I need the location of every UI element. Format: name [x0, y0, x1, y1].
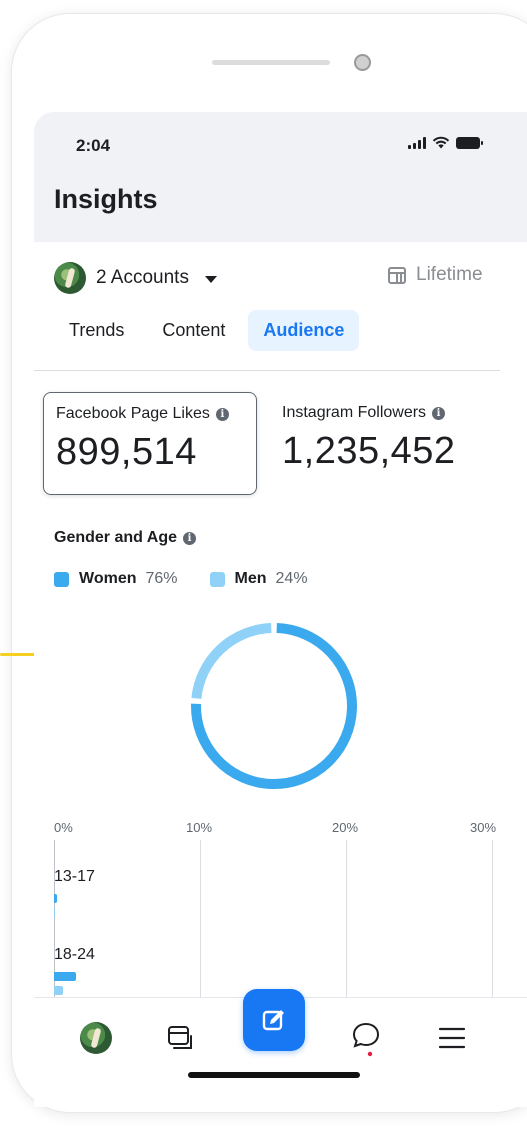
- age-label-18-24: 18-24: [54, 946, 95, 963]
- donut-slice-men: [191, 623, 272, 699]
- tab-trends[interactable]: Trends: [54, 310, 139, 351]
- account-selector[interactable]: 2 Accounts: [54, 262, 217, 294]
- menu-icon: [438, 1027, 466, 1049]
- legend-name-men: Men: [234, 570, 267, 587]
- age-label-13-17: 13-17: [54, 868, 95, 885]
- chevron-down-icon: [204, 275, 217, 283]
- home-indicator: [188, 1072, 360, 1078]
- account-avatar: [54, 262, 86, 294]
- status-bar: 2:04: [34, 112, 527, 182]
- axis-tick-label: 10%: [186, 820, 213, 835]
- facebook-likes-label: Facebook Page Likes: [56, 405, 210, 422]
- tab-audience[interactable]: Audience: [248, 310, 360, 351]
- gender-legend: Women 76% Men 24%: [54, 570, 340, 588]
- info-icon[interactable]: i: [215, 407, 229, 421]
- date-range-label: Lifetime: [416, 264, 483, 285]
- legend-swatch-men: [209, 571, 225, 587]
- status-icons: [408, 136, 483, 149]
- legend-men: Men 24%: [209, 570, 308, 588]
- instagram-followers-label-row: Instagram Followers i: [282, 404, 488, 422]
- pages-icon: [168, 1026, 192, 1049]
- phone-camera: [354, 54, 371, 71]
- tab-bar: Trends Content Audience: [54, 310, 367, 351]
- info-icon[interactable]: i: [182, 531, 196, 545]
- tab-divider: [34, 370, 500, 371]
- age-chart-axis: 0% 10% 20% 30%: [34, 820, 500, 840]
- compose-button[interactable]: [243, 989, 305, 1051]
- axis-tick-label: 30%: [470, 820, 497, 835]
- facebook-likes-card[interactable]: Facebook Page Likes i 899,514: [43, 392, 257, 495]
- nav-messages[interactable]: [346, 1018, 386, 1058]
- tab-content[interactable]: Content: [147, 310, 240, 351]
- info-icon[interactable]: i: [432, 406, 446, 420]
- legend-pct-men: 24%: [275, 570, 308, 587]
- gender-donut-chart: [191, 623, 357, 789]
- battery-icon: [456, 136, 483, 149]
- app-screen: 2:04 Insights 2 Accounts Lifetime Trends…: [34, 112, 527, 1107]
- instagram-followers-label: Instagram Followers: [282, 404, 427, 421]
- bottom-nav: [34, 989, 527, 1107]
- page-header: Insights: [34, 182, 527, 242]
- instagram-followers-value: 1,235,452: [282, 430, 456, 472]
- phone-speaker: [212, 60, 330, 65]
- status-time: 2:04: [76, 136, 111, 155]
- facebook-likes-label-row: Facebook Page Likes i: [56, 405, 244, 423]
- legend-swatch-women: [54, 571, 69, 587]
- axis-tick-label: 0%: [54, 820, 73, 835]
- legend-women: Women 76%: [54, 570, 178, 588]
- bar-men-18-24: [54, 986, 63, 995]
- wifi-icon: [432, 136, 450, 149]
- profile-avatar: [80, 1022, 112, 1054]
- bar-women-18-24: [54, 972, 76, 981]
- axis-tick-label: 20%: [332, 820, 359, 835]
- calendar-icon: [388, 266, 406, 284]
- account-selector-label: 2 Accounts: [96, 267, 189, 288]
- page-title: Insights: [54, 184, 158, 214]
- bar-women-13-17: [54, 894, 57, 903]
- legend-pct-women: 76%: [145, 570, 178, 587]
- gender-age-title: Gender and Age i: [54, 529, 196, 547]
- messages-icon: [352, 1022, 380, 1057]
- legend-name-women: Women: [79, 570, 137, 587]
- nav-menu[interactable]: [432, 1018, 472, 1058]
- nav-profile[interactable]: [76, 1018, 116, 1058]
- gender-age-title-text: Gender and Age: [54, 529, 177, 546]
- compose-icon: [262, 1010, 284, 1031]
- facebook-likes-value: 899,514: [56, 431, 197, 473]
- bar-men-13-17: [54, 908, 56, 917]
- instagram-followers-card[interactable]: Instagram Followers i 1,235,452: [270, 392, 500, 495]
- signal-icon: [408, 136, 426, 149]
- nav-pages[interactable]: [160, 1018, 200, 1058]
- date-range-selector[interactable]: Lifetime: [388, 264, 483, 286]
